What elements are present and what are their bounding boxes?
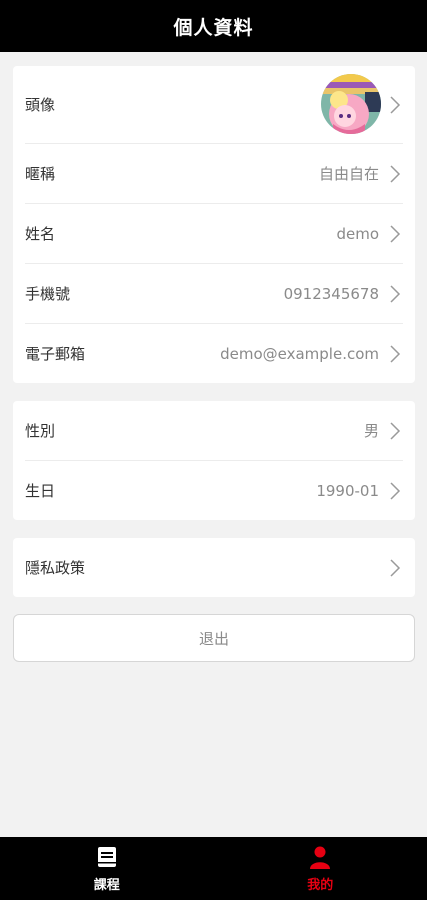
birthday-label: 生日 — [25, 482, 56, 500]
chevron-right-icon — [390, 95, 401, 114]
chevron-right-icon — [390, 164, 401, 183]
tab-mine[interactable]: 我的 — [214, 837, 427, 900]
privacy-card: 隱私政策 — [13, 538, 415, 597]
tab-courses-label: 課程 — [93, 878, 120, 893]
details-card: 性別 男 生日 1990-01 — [13, 401, 415, 520]
nickname-row[interactable]: 暱稱 自由自在 — [13, 144, 415, 203]
chevron-right-icon — [390, 284, 401, 303]
privacy-policy-label: 隱私政策 — [25, 559, 86, 577]
avatar-row[interactable]: 頭像 — [13, 66, 415, 143]
phone-value: 0912345678 — [283, 284, 379, 303]
person-icon — [310, 846, 331, 869]
chevron-right-icon — [390, 344, 401, 363]
gender-row[interactable]: 性別 男 — [13, 401, 415, 460]
avatar — [321, 74, 381, 134]
page-title: 個人資料 — [173, 16, 254, 39]
profile-card: 頭像 暱稱 自由自在 姓名 demo 手機號 0912345678 電子郵箱 d… — [13, 66, 415, 383]
email-value: demo@example.com — [220, 344, 379, 363]
logout-button[interactable]: 退出 — [13, 614, 415, 662]
bottom-tab-bar: 課程 我的 — [0, 837, 427, 900]
chevron-right-icon — [390, 224, 401, 243]
email-label: 電子郵箱 — [25, 345, 86, 363]
birthday-value: 1990-01 — [316, 481, 379, 500]
phone-label: 手機號 — [25, 285, 71, 303]
tab-mine-label: 我的 — [307, 878, 334, 893]
birthday-row[interactable]: 生日 1990-01 — [13, 461, 415, 520]
chevron-right-icon — [390, 558, 401, 577]
nickname-label: 暱稱 — [25, 165, 56, 183]
book-icon — [97, 847, 116, 867]
tab-courses[interactable]: 課程 — [0, 837, 214, 900]
avatar-label: 頭像 — [25, 96, 56, 114]
gender-label: 性別 — [25, 422, 56, 440]
name-row[interactable]: 姓名 demo — [13, 204, 415, 263]
chevron-right-icon — [390, 481, 401, 500]
email-row[interactable]: 電子郵箱 demo@example.com — [13, 324, 415, 383]
nickname-value: 自由自在 — [318, 165, 379, 183]
name-value: demo — [336, 224, 379, 243]
name-label: 姓名 — [25, 225, 56, 243]
gender-value: 男 — [363, 422, 379, 440]
app-header: 個人資料 — [0, 0, 427, 52]
phone-row[interactable]: 手機號 0912345678 — [13, 264, 415, 323]
privacy-policy-row[interactable]: 隱私政策 — [13, 538, 415, 597]
chevron-right-icon — [390, 421, 401, 440]
